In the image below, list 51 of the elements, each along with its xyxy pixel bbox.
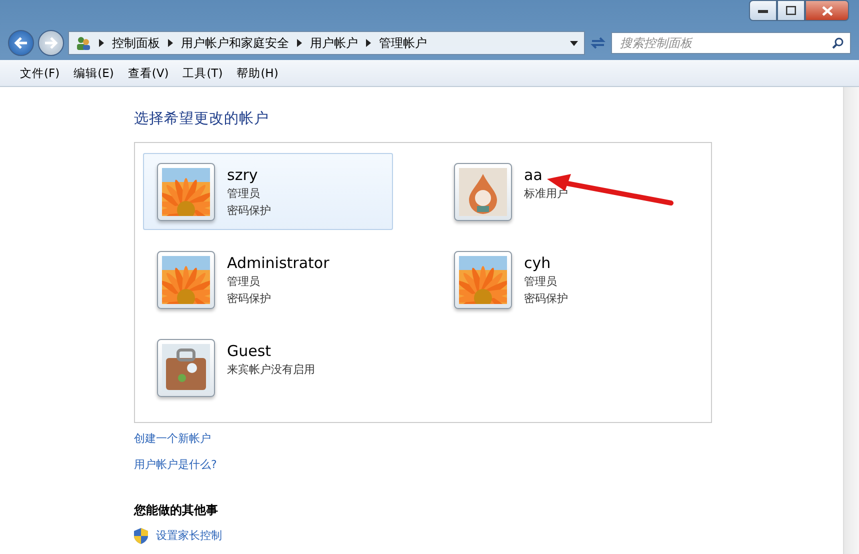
forward-button[interactable] [38,30,64,56]
breadcrumb-item[interactable]: 用户帐户 [310,34,358,52]
close-icon [822,6,832,16]
account-detail: 管理员 [227,274,261,290]
link[interactable]: 创建一个新帐户 [134,431,211,446]
chevron-icon [297,39,302,47]
page-heading: 选择希望更改的帐户 [134,110,270,128]
account-detail: 管理员 [524,274,558,290]
account-name: aa [524,166,544,185]
maximize-icon [786,6,796,15]
menu-item[interactable]: 工具(T) [176,64,229,82]
chevron-icon [168,39,173,47]
breadcrumb-item[interactable]: 管理帐户 [379,34,427,52]
shield-icon [134,528,148,544]
users-icon [75,35,91,51]
account-detail: 密码保护 [524,291,568,307]
account-tile[interactable]: Administrator 管理员 密码保护 [143,241,393,318]
dropdown-icon[interactable] [570,40,578,46]
account-tile[interactable]: Guest 来宾帐户没有启用 [143,329,393,406]
chevron-icon [366,39,371,47]
account-name: szry [227,166,259,185]
minimize-button[interactable] [749,0,777,21]
menu-item[interactable]: 查看(V) [122,64,175,82]
account-name: cyh [524,254,552,273]
menu-item[interactable]: 编辑(E) [68,64,120,82]
address-bar[interactable]: 控制面板 用户帐户和家庭安全 用户帐户 管理帐户 [68,31,585,55]
link[interactable]: 设置家长控制 [156,528,222,543]
account-detail: 管理员 [227,186,261,202]
breadcrumb-item[interactable]: 控制面板 [112,34,160,52]
account-detail: 密码保护 [227,291,272,307]
account-tile[interactable]: szry 管理员 密码保护 [143,153,393,230]
menu-item[interactable]: 文件(F) [14,64,66,82]
menu-item[interactable]: 帮助(H) [230,64,284,82]
forward-arrow-icon [44,37,58,49]
account-tile[interactable]: cyh 管理员 密码保护 [440,241,690,318]
account-name: Guest [227,342,272,361]
account-detail: 密码保护 [227,203,271,219]
minimize-icon [758,8,768,12]
breadcrumb-item[interactable]: 用户帐户和家庭安全 [181,34,289,52]
account-detail: 来宾帐户没有启用 [227,362,315,378]
search-field[interactable]: 搜索控制面板 [611,32,851,54]
scrollbar[interactable] [843,87,859,554]
chevron-icon [99,39,104,47]
maximize-button[interactable] [777,0,805,21]
account-name: Administrator [227,254,330,273]
section-title: 您能做的其他事 [134,502,219,519]
close-button[interactable] [805,0,849,21]
search-icon [832,37,844,49]
link[interactable]: 用户帐户是什么? [134,457,217,472]
back-button[interactable] [8,30,34,56]
back-arrow-icon [14,37,28,49]
